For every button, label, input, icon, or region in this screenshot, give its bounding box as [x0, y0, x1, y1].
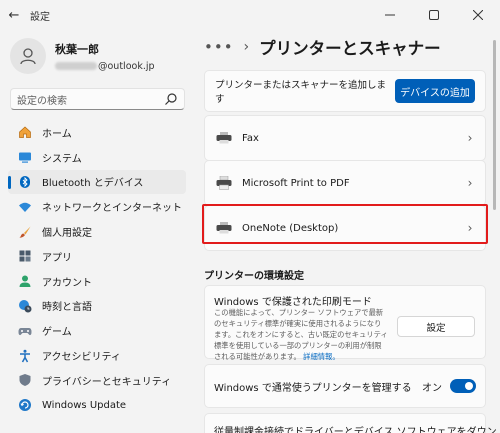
user-email-domain: @outlook.jp — [98, 60, 155, 72]
selection-highlight — [202, 204, 488, 244]
add-printer-label: プリンターまたはスキャナーを追加します — [215, 80, 387, 105]
sidebar-item-accessibility[interactable]: アクセシビリティ — [8, 343, 186, 368]
search-icon — [165, 93, 177, 105]
sidebar-item-privacy[interactable]: プライバシーとセキュリティ — [8, 368, 186, 393]
sidebar: 秋葉一郎 @outlook.jp 設定の検索 ホーム システム Bluetoot… — [0, 30, 196, 433]
brush-icon — [18, 225, 32, 239]
breadcrumb-separator: › — [243, 39, 250, 55]
sidebar-item-windows-update[interactable]: Windows Update — [8, 393, 186, 418]
minimize-button[interactable] — [368, 0, 412, 30]
bluetooth-icon — [18, 175, 32, 189]
protected-mode-settings-button[interactable]: 設定 — [397, 316, 475, 337]
sidebar-item-bluetooth[interactable]: Bluetooth とデバイス — [8, 169, 186, 195]
user-email: @outlook.jp — [55, 61, 155, 72]
gamepad-icon — [18, 324, 32, 338]
email-redaction — [55, 62, 97, 70]
window-controls — [368, 0, 500, 30]
toggle-state-text: オン — [422, 382, 442, 394]
sidebar-item-accounts[interactable]: アカウント — [8, 269, 186, 294]
sidebar-item-home[interactable]: ホーム — [8, 120, 186, 145]
sidebar-item-label: アカウント — [42, 277, 92, 289]
sidebar-item-label: ホーム — [42, 128, 72, 140]
manage-default-printer-toggle[interactable] — [450, 379, 476, 393]
shield-icon — [18, 373, 32, 387]
protected-print-mode-title: Windows で保護された印刷モード — [214, 297, 372, 308]
avatar — [10, 38, 46, 74]
person-icon — [20, 48, 36, 65]
protected-print-mode-row: Windows で保護された印刷モード この機能によって、プリンター ソフトウェ… — [204, 285, 486, 362]
update-icon — [18, 398, 32, 412]
metered-download-label: 従量制課金接続でドライバーとデバイス ソフトウェアをダウン — [214, 427, 497, 433]
sidebar-item-label: システム — [42, 153, 82, 165]
add-device-button[interactable]: デバイスの追加 — [395, 79, 475, 103]
back-button[interactable]: ← — [0, 0, 28, 30]
maximize-button[interactable] — [412, 0, 456, 30]
section-title: プリンターの環境設定 — [204, 271, 304, 282]
accessibility-icon — [18, 349, 32, 363]
page-title: プリンターとスキャナー — [259, 39, 441, 58]
scrollbar[interactable] — [493, 40, 496, 420]
add-printer-row: プリンターまたはスキャナーを追加します デバイスの追加 — [204, 70, 486, 112]
breadcrumb-overflow-button[interactable]: ••• — [204, 38, 234, 56]
globe-clock-icon — [18, 299, 32, 313]
account-icon — [18, 274, 32, 288]
printer-icon — [215, 131, 233, 145]
sidebar-item-label: プライバシーとセキュリティ — [42, 376, 172, 388]
search-placeholder: 設定の検索 — [17, 95, 67, 107]
learn-more-link[interactable]: 詳細情報。 — [303, 352, 339, 361]
back-arrow-icon: ← — [8, 7, 20, 23]
system-icon — [18, 150, 32, 164]
printer-icon — [215, 176, 233, 190]
sidebar-item-system[interactable]: システム — [8, 145, 186, 170]
minimize-icon — [385, 14, 395, 16]
sidebar-item-time-language[interactable]: 時刻と言語 — [8, 294, 186, 319]
printer-name: Fax — [242, 132, 259, 144]
app-title: 設定 — [30, 11, 50, 23]
apps-icon — [18, 249, 32, 263]
sidebar-item-label: 時刻と言語 — [42, 302, 92, 314]
home-icon — [18, 125, 32, 139]
chevron-right-icon: › — [467, 131, 473, 145]
toggle-knob — [465, 382, 473, 390]
description-text: この機能によって、プリンター ソフトウェアで最新のセキュリティ標準が確実に使用さ… — [214, 308, 388, 361]
sidebar-item-apps[interactable]: アプリ — [8, 244, 186, 269]
wifi-icon — [18, 200, 32, 214]
sidebar-item-gaming[interactable]: ゲーム — [8, 318, 186, 343]
sidebar-nav: ホーム システム Bluetooth とデバイス ネットワークとインターネット … — [8, 120, 186, 418]
sidebar-item-label: 個人用設定 — [42, 228, 92, 240]
printer-name: Microsoft Print to PDF — [242, 177, 350, 189]
sidebar-item-label: Windows Update — [42, 399, 127, 411]
close-button[interactable] — [456, 0, 500, 30]
sidebar-item-personalization[interactable]: 個人用設定 — [8, 219, 186, 244]
sidebar-item-label: ゲーム — [42, 327, 72, 339]
sidebar-item-label: ネットワークとインターネット — [42, 203, 182, 215]
user-profile[interactable]: 秋葉一郎 @outlook.jp — [10, 38, 155, 74]
close-icon — [473, 10, 483, 20]
user-name: 秋葉一郎 — [55, 42, 99, 56]
printer-row-fax[interactable]: Fax › — [204, 115, 486, 161]
metered-download-row: 従量制課金接続でドライバーとデバイス ソフトウェアをダウン — [204, 413, 497, 433]
scrollbar-thumb[interactable] — [493, 40, 496, 210]
maximize-icon — [429, 10, 439, 20]
breadcrumb: ••• › プリンターとスキャナー — [204, 34, 441, 60]
sidebar-item-network[interactable]: ネットワークとインターネット — [8, 194, 186, 219]
title-bar: ← 設定 — [0, 0, 500, 30]
sidebar-item-label: Bluetooth とデバイス — [42, 178, 144, 190]
protected-print-mode-description: この機能によって、プリンター ソフトウェアで最新のセキュリティ標準が確実に使用さ… — [214, 307, 388, 362]
printer-row-pdf[interactable]: Microsoft Print to PDF › — [204, 160, 486, 206]
chevron-right-icon: › — [467, 176, 473, 190]
sidebar-item-label: アプリ — [42, 252, 72, 264]
manage-default-printer-label: Windows で通常使うプリンターを管理する — [214, 382, 412, 394]
sidebar-item-label: アクセシビリティ — [42, 352, 121, 364]
search-input[interactable]: 設定の検索 — [10, 88, 185, 110]
manage-default-printer-row: Windows で通常使うプリンターを管理する オン — [204, 364, 486, 408]
